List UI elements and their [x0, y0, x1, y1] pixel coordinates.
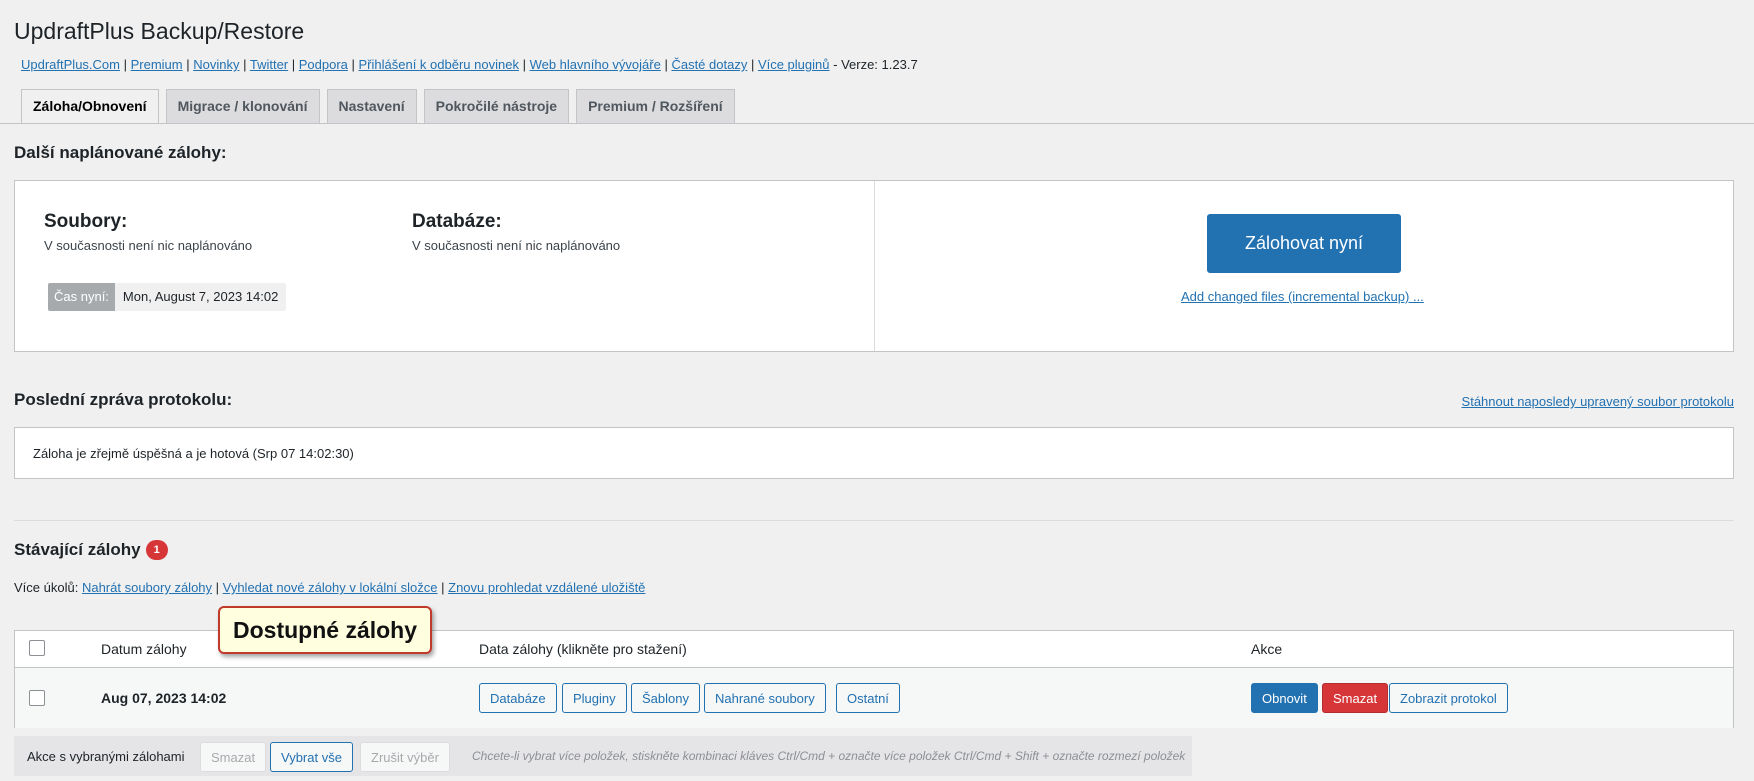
bulk-delete-button[interactable]: Smazat [200, 742, 267, 772]
tab-premium-extensions[interactable]: Premium / Rozšíření [576, 89, 735, 124]
log-panel: Záloha je zřejmě úspěšná a je hotová (Sr… [14, 427, 1734, 479]
backup-count-badge: 1 [145, 540, 168, 560]
database-title: Databáze: [412, 211, 502, 232]
database-status: V současnosti není nic naplánováno [412, 238, 621, 253]
bulk-actions-label: Akce s vybranými zálohami [27, 749, 185, 764]
link-lead-developer[interactable]: Web hlavního vývojáře [530, 57, 661, 72]
log-heading: Poslední zpráva protokolu: [14, 390, 233, 409]
nav-tabs: Záloha/Obnovení Migrace / klonování Nast… [21, 89, 735, 124]
more-tasks-label: Více úkolů: [14, 580, 79, 595]
row-checkbox[interactable] [29, 690, 45, 706]
delete-button[interactable]: Smazat [1322, 683, 1389, 713]
existing-backups-heading: Stávající zálohy 1 [14, 540, 168, 560]
current-time-label: Čas nyní: [48, 283, 115, 311]
available-backups-callout: Dostupné zálohy [218, 606, 433, 654]
download-database-button[interactable]: Databáze [479, 683, 557, 713]
rescan-remote-storage-link[interactable]: Znovu prohledat vzdálené uložiště [448, 580, 645, 595]
current-time: Čas nyní: Mon, August 7, 2023 14:02 [48, 283, 287, 311]
header-links: UpdraftPlus.Com | Premium | Novinky | Tw… [21, 57, 918, 72]
selection-hint: Chcete-li vybrat více položek, stiskněte… [472, 749, 1186, 763]
section-divider [14, 520, 1734, 521]
tab-settings[interactable]: Nastavení [326, 89, 417, 124]
page-title: UpdraftPlus Backup/Restore [14, 18, 305, 44]
backup-now-button[interactable]: Zálohovat nyní [1207, 214, 1401, 273]
download-themes-button[interactable]: Šablony [631, 683, 700, 713]
download-log-link[interactable]: Stáhnout naposledy upravený soubor proto… [1462, 394, 1734, 409]
select-all-button[interactable]: Vybrat vše [270, 742, 353, 772]
tab-advanced-tools[interactable]: Pokročilé nástroje [423, 89, 570, 124]
select-all-checkbox[interactable] [29, 640, 45, 656]
restore-button[interactable]: Obnovit [1251, 683, 1318, 713]
tab-migrate-clone[interactable]: Migrace / klonování [165, 89, 320, 124]
link-premium[interactable]: Premium [131, 57, 183, 72]
download-others-button[interactable]: Ostatní [836, 683, 900, 713]
col-backup-data: Data zálohy (klikněte pro stažení) [479, 641, 687, 657]
log-message: Záloha je zřejmě úspěšná a je hotová (Sr… [33, 446, 354, 461]
scheduled-heading: Další naplánované zálohy: [14, 143, 227, 162]
version-text: - Verze: 1.23.7 [833, 57, 918, 72]
link-twitter[interactable]: Twitter [250, 57, 288, 72]
panel-divider [874, 181, 875, 351]
deselect-button[interactable]: Zrušit výběr [360, 742, 450, 772]
rescan-local-folder-link[interactable]: Vyhledat nové zálohy v lokální složce [223, 580, 438, 595]
link-newsletter[interactable]: Přihlášení k odběru novinek [359, 57, 519, 72]
tab-backup-restore[interactable]: Záloha/Obnovení [21, 89, 159, 124]
bulk-actions-bar: Akce s vybranými zálohami Smazat Vybrat … [14, 736, 1192, 776]
link-news[interactable]: Novinky [193, 57, 239, 72]
link-faq[interactable]: Časté dotazy [671, 57, 747, 72]
files-status: V současnosti není nic naplánováno [44, 238, 253, 253]
files-title: Soubory: [44, 211, 128, 232]
col-backup-date: Datum zálohy [101, 641, 187, 657]
link-more-plugins[interactable]: Více pluginů [758, 57, 830, 72]
table-row: Aug 07, 2023 14:02 Databáze Pluginy Šabl… [15, 668, 1733, 728]
view-log-button[interactable]: Zobrazit protokol [1389, 683, 1508, 713]
incremental-backup-link[interactable]: Add changed files (incremental backup) .… [1181, 289, 1424, 304]
current-time-value: Mon, August 7, 2023 14:02 [114, 283, 287, 311]
upload-backup-files-link[interactable]: Nahrát soubory zálohy [82, 580, 212, 595]
more-tasks: Více úkolů: Nahrát soubory zálohy | Vyhl… [14, 580, 646, 595]
download-plugins-button[interactable]: Pluginy [562, 683, 627, 713]
existing-backups-title: Stávající zálohy [14, 540, 141, 559]
link-support[interactable]: Podpora [299, 57, 348, 72]
link-updraftplus-com[interactable]: UpdraftPlus.Com [21, 57, 120, 72]
col-actions: Akce [1251, 641, 1283, 657]
tabs-divider [0, 123, 1754, 124]
backup-date: Aug 07, 2023 14:02 [101, 690, 227, 706]
download-uploads-button[interactable]: Nahrané soubory [704, 683, 826, 713]
scheduled-panel: Soubory: V současnosti není nic naplánov… [14, 180, 1734, 352]
